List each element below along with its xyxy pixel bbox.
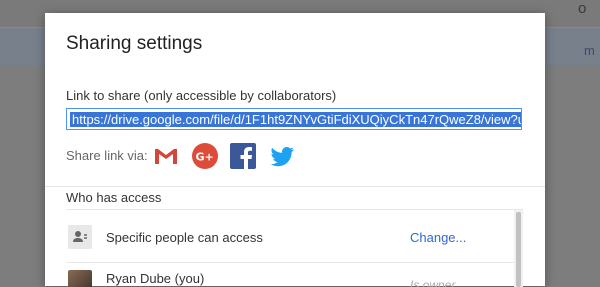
person-icon (68, 225, 92, 249)
link-share-value[interactable]: https://drive.google.com/file/d/1F1ht9ZN… (70, 112, 521, 127)
access-list: Specific people can access Change... Rya… (66, 209, 523, 287)
section-divider (45, 186, 545, 187)
sharing-settings-dialog: Sharing settings Link to share (only acc… (45, 13, 545, 287)
avatar (68, 270, 92, 287)
user-name: Ryan Dube (you) (106, 271, 205, 286)
svg-text:G+: G+ (196, 151, 214, 164)
change-access-link[interactable]: Change... (410, 230, 466, 245)
twitter-icon[interactable] (268, 142, 296, 170)
dialog-title: Sharing settings (66, 33, 203, 54)
link-share-field[interactable]: https://drive.google.com/file/d/1F1ht9ZN… (66, 108, 522, 130)
scrollbar-thumb[interactable] (516, 212, 521, 287)
access-level-text: Specific people can access (106, 230, 263, 245)
link-to-share-label: Link to share (only accessible by collab… (66, 88, 337, 103)
access-setting-row: Specific people can access Change... (66, 210, 514, 263)
background-corner-text: o (578, 0, 587, 17)
background-band-text: m (584, 43, 595, 58)
gmail-icon[interactable] (152, 142, 180, 170)
share-link-via-label: Share link via: (66, 148, 148, 163)
facebook-icon[interactable] (229, 142, 257, 170)
user-row: Ryan Dube (you) Is owner (66, 264, 514, 287)
google-plus-icon[interactable]: G+ (191, 142, 219, 170)
who-has-access-label: Who has access (66, 190, 162, 205)
